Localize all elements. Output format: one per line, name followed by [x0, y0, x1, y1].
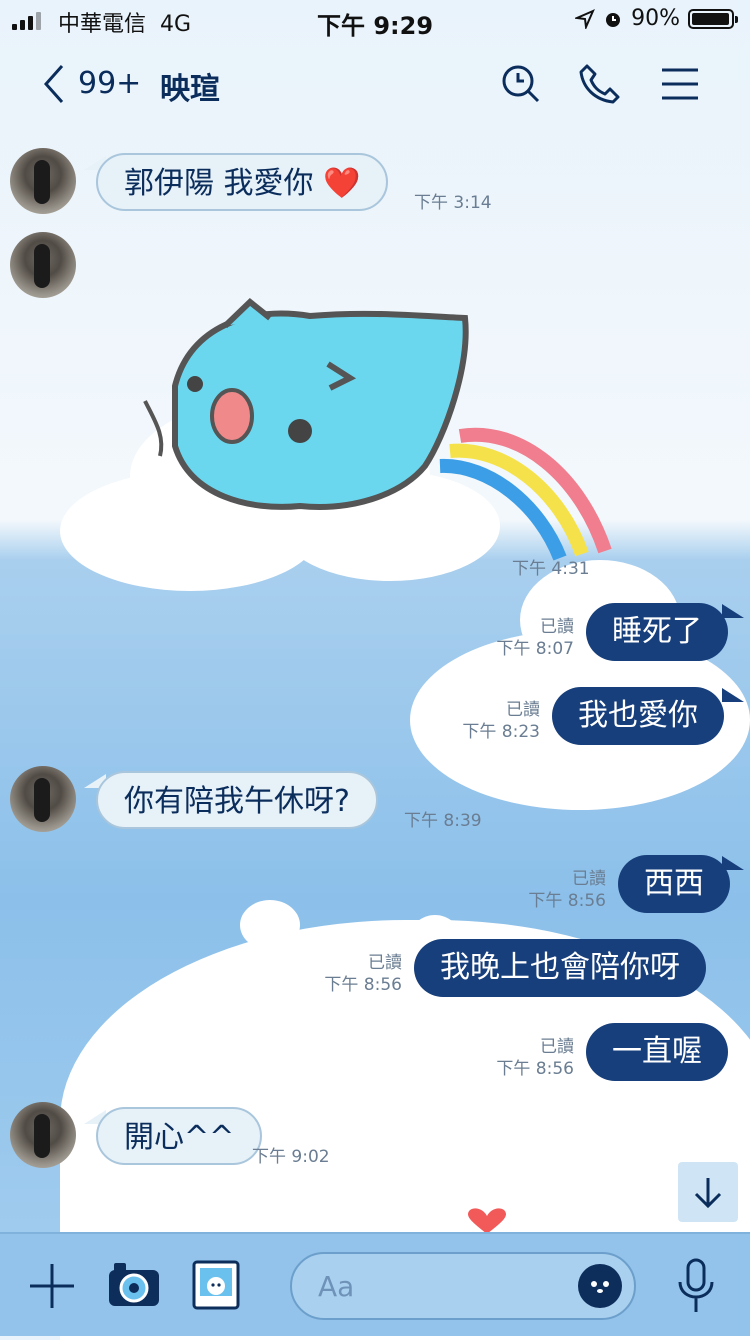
- read-status: 已讀 下午 8:56: [474, 1036, 574, 1080]
- chat-title: 映瑄: [160, 72, 220, 107]
- photo-album-icon[interactable]: [192, 1260, 240, 1310]
- avatar[interactable]: [10, 766, 76, 832]
- message-bubble-outgoing[interactable]: 睡死了: [586, 603, 728, 661]
- message-bubble-outgoing[interactable]: 我晚上也會陪你呀: [414, 939, 706, 997]
- chat-header: 99+ 映瑄: [0, 48, 750, 120]
- camera-icon[interactable]: [106, 1258, 162, 1310]
- search-icon[interactable]: [498, 62, 542, 106]
- unread-count[interactable]: 99+: [78, 66, 141, 101]
- phone-icon[interactable]: [577, 62, 621, 106]
- message-bubble-incoming[interactable]: 郭伊陽 我愛你 ❤️: [96, 153, 389, 211]
- microphone-icon[interactable]: [676, 1258, 716, 1314]
- message-input-bar: Aa: [0, 1232, 750, 1336]
- message-time: 下午 8:39: [404, 811, 482, 831]
- read-label: 已讀: [572, 869, 606, 889]
- status-bar: 中華電信 4G 下午 9:29 90%: [0, 0, 750, 40]
- message-bubble-outgoing[interactable]: 西西: [618, 855, 730, 913]
- read-status: 已讀 下午 8:56: [302, 952, 402, 996]
- message-time: 下午 4:31: [512, 559, 590, 579]
- message-time: 下午 8:07: [496, 639, 574, 659]
- message-time: 下午 9:02: [252, 1147, 330, 1167]
- battery-area: 90%: [575, 6, 738, 31]
- location-icon: [575, 8, 596, 29]
- avatar[interactable]: [10, 232, 76, 298]
- read-label: 已讀: [540, 1037, 574, 1057]
- battery-icon: [688, 8, 738, 29]
- bubble-tail: [722, 604, 744, 618]
- menu-icon[interactable]: [658, 62, 702, 106]
- back-chevron-icon[interactable]: [36, 62, 76, 106]
- scroll-to-bottom-button[interactable]: [678, 1162, 738, 1222]
- emoji-icon[interactable]: [578, 1264, 622, 1308]
- message-time: 下午 8:56: [528, 891, 606, 911]
- heart-decoration-icon: [467, 1208, 507, 1234]
- avatar[interactable]: [10, 1102, 76, 1168]
- message-bubble-incoming[interactable]: 你有陪我午休呀?: [96, 771, 378, 829]
- read-status: 已讀 下午 8:56: [506, 868, 606, 912]
- cat-rainbow-sticker[interactable]: [60, 296, 620, 596]
- read-status: 已讀 下午 8:23: [440, 699, 540, 743]
- arrow-down-icon: [694, 1178, 722, 1209]
- avatar[interactable]: [10, 148, 76, 214]
- message-time: 下午 8:23: [462, 722, 540, 742]
- read-label: 已讀: [540, 617, 574, 637]
- plus-icon[interactable]: [28, 1262, 76, 1310]
- bubble-tail: [722, 688, 744, 702]
- message-input[interactable]: Aa: [290, 1252, 636, 1320]
- message-time: 下午 8:56: [324, 975, 402, 995]
- read-status: 已讀 下午 8:07: [474, 616, 574, 660]
- message-bubble-outgoing[interactable]: 一直喔: [586, 1023, 728, 1081]
- message-input-placeholder: Aa: [318, 1270, 355, 1303]
- message-time: 下午 3:14: [414, 193, 492, 213]
- alarm-icon: [606, 12, 621, 27]
- bubble-tail: [722, 856, 744, 870]
- message-bubble-outgoing[interactable]: 我也愛你: [552, 687, 724, 745]
- background-cloud: [240, 900, 300, 950]
- message-time: 下午 8:56: [496, 1059, 574, 1079]
- battery-percent: 90%: [631, 6, 680, 31]
- read-label: 已讀: [506, 700, 540, 720]
- message-bubble-incoming[interactable]: 開心^^: [96, 1107, 263, 1165]
- read-label: 已讀: [368, 953, 402, 973]
